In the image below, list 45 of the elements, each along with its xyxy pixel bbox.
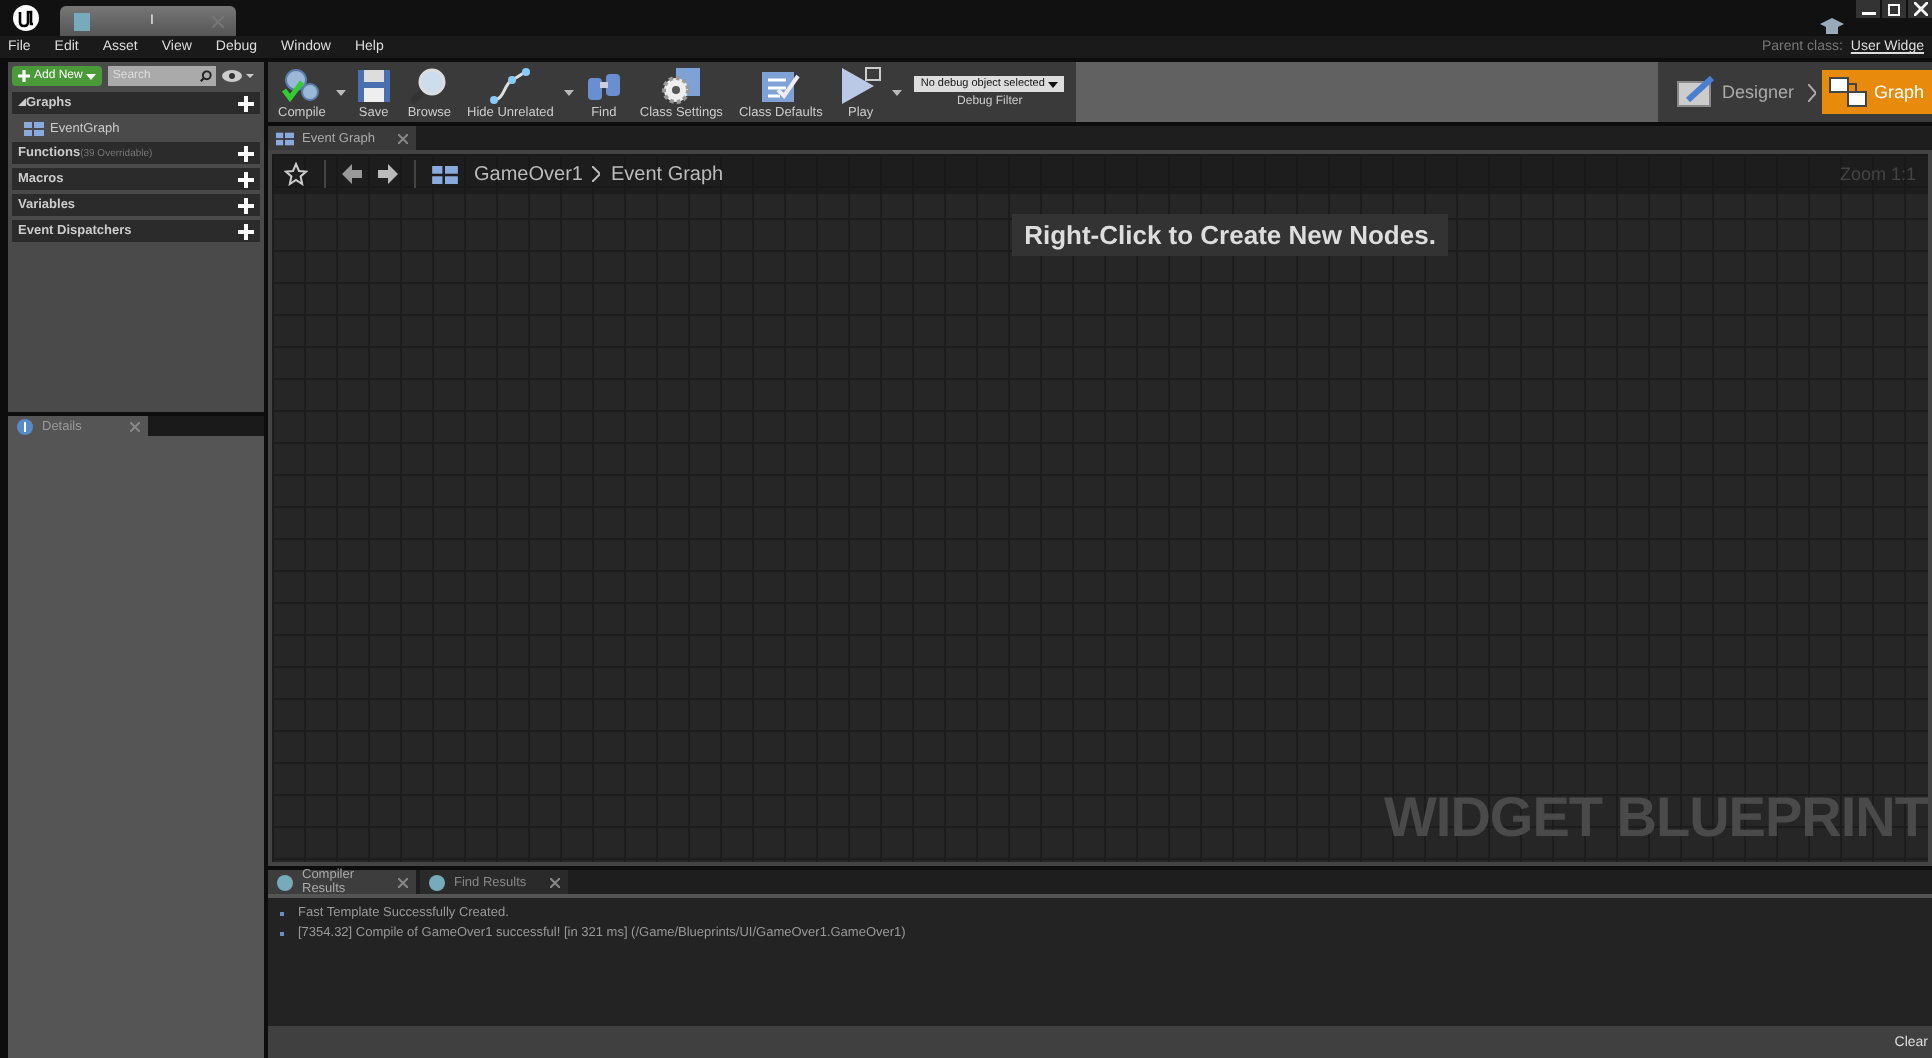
play-icon	[838, 66, 883, 106]
close-button[interactable]	[1908, 0, 1932, 18]
caret-icon	[86, 73, 97, 79]
close-icon[interactable]	[550, 877, 560, 887]
close-icon	[1913, 2, 1927, 16]
close-icon[interactable]	[398, 133, 408, 143]
graph-icon	[24, 121, 44, 135]
plus-icon	[18, 70, 30, 82]
add-icon[interactable]	[238, 171, 254, 187]
add-icon[interactable]	[238, 197, 254, 213]
logo-icon	[12, 4, 40, 32]
caret-icon[interactable]	[335, 89, 346, 95]
gear-icon	[659, 66, 704, 106]
cap-icon[interactable]	[1820, 16, 1844, 36]
add-icon[interactable]	[238, 145, 254, 161]
add-icon[interactable]	[238, 95, 254, 111]
back-arrow-icon[interactable]	[342, 164, 362, 184]
expand-arrow-icon	[18, 98, 26, 106]
add-icon[interactable]	[238, 223, 254, 239]
close-icon[interactable]	[398, 877, 408, 887]
search-icon	[200, 68, 213, 84]
mode-tab[interactable]: Designer	[1669, 70, 1802, 114]
connected-nodes-icon	[488, 66, 533, 106]
breadcrumb-item[interactable]: Event Graph	[610, 163, 724, 185]
star-icon[interactable]	[284, 162, 308, 186]
eye-icon[interactable]	[222, 68, 255, 84]
graph-nodes-icon	[1827, 76, 1868, 108]
caret-icon	[1048, 81, 1059, 87]
caret-icon[interactable]	[892, 89, 903, 95]
hint-text: Right-Click to Create New Nodes.	[1012, 214, 1448, 256]
graph-icon	[432, 165, 458, 183]
pencil-canvas-icon	[1675, 76, 1716, 108]
checklist-icon	[758, 66, 803, 106]
caret-icon[interactable]	[563, 89, 574, 95]
chevron-icon	[592, 166, 601, 182]
restore-button[interactable]	[1882, 0, 1906, 18]
info-icon	[16, 417, 34, 435]
forward-arrow-icon[interactable]	[378, 164, 398, 184]
breadcrumb-item[interactable]: GameOver1	[474, 163, 583, 185]
chevron-icon	[1807, 83, 1816, 101]
minimize-button[interactable]	[1856, 0, 1880, 18]
graph-icon	[276, 131, 294, 145]
restore-icon	[1887, 2, 1901, 16]
binoculars-icon	[583, 68, 624, 104]
gears-icon	[279, 66, 324, 106]
